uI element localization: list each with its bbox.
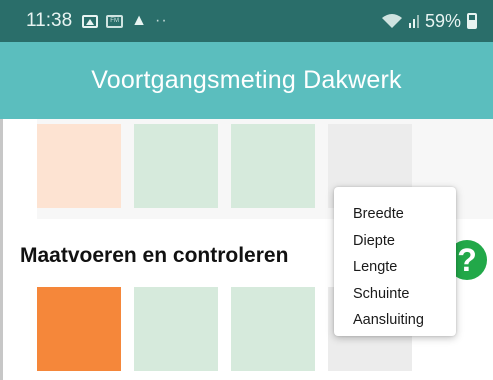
status-bar: 11:38 FM ▲ ·· 59%	[0, 0, 493, 42]
progress-tile[interactable]	[134, 287, 218, 371]
app-bar: Voortgangsmeting Dakwerk	[0, 42, 493, 119]
wifi-icon	[381, 14, 402, 28]
progress-tile[interactable]	[231, 287, 315, 371]
menu-item-diepte[interactable]: Diepte	[353, 228, 456, 255]
image-icon	[82, 14, 99, 28]
section-heading: Maatvoeren en controleren	[20, 244, 289, 267]
menu-item-breedte[interactable]: Breedte	[353, 201, 456, 228]
fm-radio-icon: FM	[106, 14, 124, 28]
status-icons-right: 59%	[381, 11, 477, 32]
warning-icon: ▲	[131, 12, 147, 29]
menu-item-lengte[interactable]: Lengte	[353, 254, 456, 281]
progress-tile[interactable]	[37, 287, 121, 371]
battery-icon	[467, 13, 477, 29]
page-title: Voortgangsmeting Dakwerk	[91, 66, 402, 94]
more-notifications-icon: ··	[154, 12, 168, 29]
menu-item-aansluiting[interactable]: Aansluiting	[353, 307, 456, 334]
content-area: Maatvoeren en controleren ? Breedte Diep…	[0, 119, 493, 380]
progress-tile[interactable]	[134, 124, 218, 208]
battery-percentage: 59%	[424, 10, 461, 31]
progress-tile[interactable]	[37, 124, 121, 208]
status-time: 11:38	[26, 10, 73, 31]
status-icons-left: FM ▲ ··	[82, 12, 168, 30]
signal-icon	[408, 15, 419, 28]
progress-tile[interactable]	[231, 124, 315, 208]
menu-item-schuinte[interactable]: Schuinte	[353, 281, 456, 308]
left-divider	[0, 119, 3, 380]
popup-menu: Breedte Diepte Lengte Schuinte Aansluiti…	[334, 187, 456, 336]
